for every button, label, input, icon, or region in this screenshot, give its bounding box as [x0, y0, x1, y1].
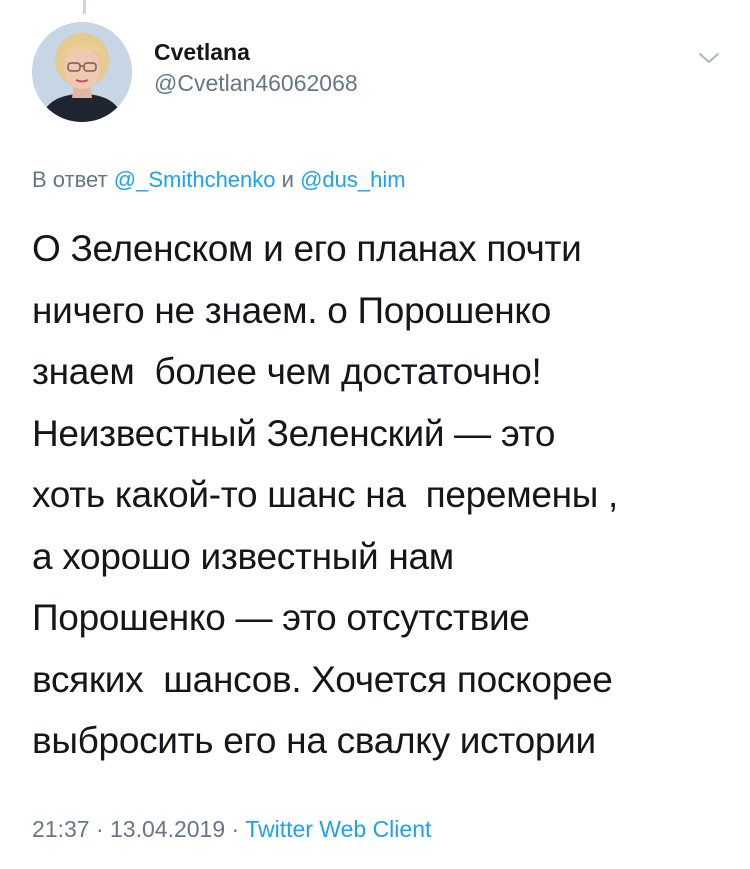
reply-mention-link[interactable]: @dus_him: [300, 167, 406, 192]
tweet-text-line: всяких шансов. Хочется поскорее: [32, 658, 613, 700]
reply-prefix: В ответ: [32, 167, 108, 192]
reply-mention-link[interactable]: @_Smithchenko: [114, 167, 276, 192]
tweet-text-line: Порошенко — это отсутствие: [32, 597, 530, 638]
chevron-down-icon[interactable]: [696, 48, 722, 68]
tweet-text-line: знаем более чем достаточно!: [32, 351, 542, 392]
meta-separator: ·: [231, 816, 240, 842]
tweet-text-line: Неизвестный Зеленский — это: [32, 412, 556, 454]
avatar-photo: [32, 22, 132, 122]
meta-separator: ·: [95, 816, 104, 842]
tweet-header: Cvetlana @Cvetlan46062068: [32, 22, 722, 122]
tweet-source-link[interactable]: Twitter Web Client: [245, 816, 431, 842]
tweet-text-line: О Зеленском и его планах почти: [32, 228, 582, 269]
user-handle[interactable]: @Cvetlan46062068: [154, 68, 358, 98]
reply-context: В ответ @_Smithchenko и @dus_him: [32, 166, 406, 194]
tweet-text-line: выбросить его на свалку истории: [32, 720, 596, 761]
tweet-time[interactable]: 21:37: [32, 816, 90, 842]
reply-conjunction: и: [281, 167, 294, 192]
avatar[interactable]: [32, 22, 132, 122]
tweet-text-line: а хорошо известный нам: [32, 535, 454, 577]
tweet-text-line: хоть какой-то шанс на перемены ,: [32, 474, 619, 515]
display-name[interactable]: Cvetlana: [154, 38, 358, 66]
tweet-date[interactable]: 13.04.2019: [110, 816, 225, 842]
thread-connector-line: [83, 0, 86, 14]
tweet-text-line: ничего не знаем. о Порошенко: [32, 289, 551, 331]
tweet-text: О Зеленском и его планах почти ничего не…: [32, 218, 722, 772]
tweet-meta: 21:37 · 13.04.2019 · Twitter Web Client: [32, 814, 431, 844]
user-info: Cvetlana @Cvetlan46062068: [154, 38, 358, 98]
